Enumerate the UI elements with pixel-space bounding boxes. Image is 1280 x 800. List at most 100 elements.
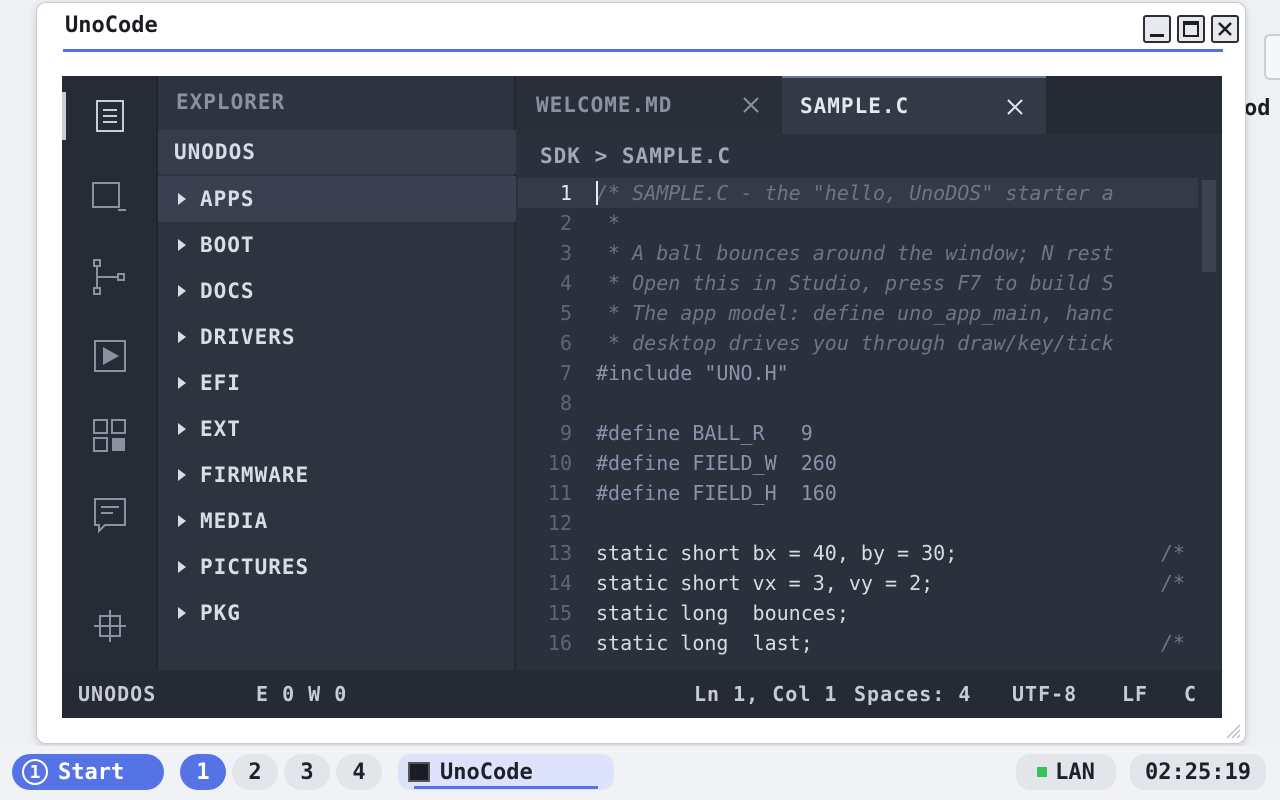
code-line[interactable]: 11 #define FIELD_H 160 <box>518 478 1198 508</box>
taskbar-app-unocode[interactable]: UnoCode <box>398 754 614 790</box>
resize-grip-icon[interactable] <box>1223 721 1241 739</box>
code-line[interactable]: 14 static short vx = 3, vy = 2; /* <box>518 568 1198 598</box>
explorer-sidebar: EXPLORER UNODOS APPS BOOT DOCS DRIVERS E… <box>158 76 516 670</box>
activity-source-control[interactable] <box>62 248 158 308</box>
code-text: #define FIELD_W 260 <box>596 451 837 475</box>
title-underline <box>63 49 1223 52</box>
maximize-button[interactable] <box>1177 15 1205 43</box>
tree-item-label: PKG <box>200 601 241 625</box>
line-number: 9 <box>559 421 572 445</box>
code-line[interactable]: 8 <box>518 388 1198 418</box>
code-editor[interactable]: 1 /* SAMPLE.C - the "hello, UnoDOS" start… <box>518 178 1198 670</box>
tree-item-docs[interactable]: DOCS <box>158 268 516 314</box>
desktop-file-icon[interactable] <box>1264 34 1280 80</box>
code-trailing-comment: /* <box>1161 571 1186 595</box>
status-encoding[interactable]: UTF-8 <box>1012 682 1077 706</box>
tree-item-drivers[interactable]: DRIVERS <box>158 314 516 360</box>
code-line[interactable]: 5 * The app model: define uno_app_main, … <box>518 298 1198 328</box>
code-line[interactable]: 10 #define FIELD_W 260 <box>518 448 1198 478</box>
chevron-right-icon <box>178 423 186 435</box>
workspace-3[interactable]: 3 <box>284 754 330 790</box>
tree-item-label: PICTURES <box>200 555 310 579</box>
minimize-button[interactable] <box>1143 15 1171 43</box>
chevron-right-icon <box>178 331 186 343</box>
activity-settings[interactable] <box>62 596 158 656</box>
activity-extensions[interactable] <box>62 406 158 466</box>
code-line[interactable]: 4 * Open this in Studio, press F7 to bui… <box>518 268 1198 298</box>
network-status[interactable]: LAN <box>1016 754 1116 790</box>
tab-sample-c[interactable]: SAMPLE.C <box>782 76 1046 134</box>
breadcrumb-file[interactable]: SAMPLE.C <box>622 144 731 168</box>
code-trailing-comment: /* <box>1161 631 1186 655</box>
chevron-right-icon <box>178 469 186 481</box>
output-icon <box>94 498 126 534</box>
status-project[interactable]: UNODOS <box>78 682 156 706</box>
code-line[interactable]: 2 * <box>518 208 1198 238</box>
sidebar-title: EXPLORER <box>176 90 286 114</box>
tab-welcome-md[interactable]: WELCOME.MD <box>518 76 782 134</box>
tree-item-pkg[interactable]: PKG <box>158 590 516 636</box>
status-problems[interactable]: E 0 W 0 <box>256 682 347 706</box>
tree-item-ext[interactable]: EXT <box>158 406 516 452</box>
workspace-1[interactable]: 1 <box>180 754 226 790</box>
taskbar-app-label: UnoCode <box>440 759 533 785</box>
line-number: 3 <box>559 241 572 265</box>
explorer-icon <box>96 100 124 132</box>
editor-scrollbar-thumb[interactable] <box>1202 180 1216 272</box>
tree-item-boot[interactable]: BOOT <box>158 222 516 268</box>
network-status-icon <box>1037 767 1048 777</box>
tab-close-icon[interactable] <box>742 96 760 114</box>
activity-search[interactable] <box>62 168 158 228</box>
breadcrumb-sdk[interactable]: SDK <box>540 144 581 168</box>
workspace-4[interactable]: 4 <box>336 754 382 790</box>
activity-explorer[interactable] <box>62 86 158 146</box>
activity-output[interactable] <box>62 486 158 546</box>
close-button[interactable] <box>1211 15 1239 43</box>
tree-item-label: EXT <box>200 417 241 441</box>
code-line[interactable]: 13 static short bx = 40, by = 30; /* <box>518 538 1198 568</box>
line-number: 1 <box>559 181 572 205</box>
code-line[interactable]: 15 static long bounces; <box>518 598 1198 628</box>
line-number: 8 <box>559 391 572 415</box>
workspace-2[interactable]: 2 <box>232 754 278 790</box>
explorer-root-folder[interactable]: UNODOS <box>158 130 516 174</box>
code-line[interactable]: 16 static long last; /* <box>518 628 1198 658</box>
tree-item-media[interactable]: MEDIA <box>158 498 516 544</box>
clock[interactable]: 02:25:19 <box>1130 754 1266 790</box>
tree-item-label: DRIVERS <box>200 325 296 349</box>
file-tree: APPS BOOT DOCS DRIVERS EFI EXT FIRMWARE … <box>158 176 516 636</box>
code-line[interactable]: 1 /* SAMPLE.C - the "hello, UnoDOS" start… <box>518 178 1198 208</box>
start-label: Start <box>58 759 125 785</box>
tab-close-icon[interactable] <box>1006 98 1024 116</box>
window-title: UnoCode <box>65 13 158 38</box>
run-icon <box>94 340 126 372</box>
activity-run[interactable] <box>62 326 158 386</box>
line-number: 15 <box>547 601 572 625</box>
source-control-icon <box>93 259 125 295</box>
status-cursor-position[interactable]: Ln 1, Col 1 <box>694 682 837 706</box>
tree-item-firmware[interactable]: FIRMWARE <box>158 452 516 498</box>
tree-item-label: FIRMWARE <box>200 463 310 487</box>
code-line[interactable]: 9 #define BALL_R 9 <box>518 418 1198 448</box>
desktop-icon-label[interactable]: od <box>1244 96 1271 121</box>
line-number: 11 <box>547 481 572 505</box>
tree-item-pictures[interactable]: PICTURES <box>158 544 516 590</box>
editor-tabs: WELCOME.MD SAMPLE.C <box>518 76 1222 134</box>
tree-item-apps[interactable]: APPS <box>158 176 516 222</box>
activity-bar <box>62 76 158 670</box>
code-text: * The app model: define uno_app_main, ha… <box>596 301 1114 325</box>
taskbar: 1 Start 1 2 3 4 UnoCode LAN 02:25:19 <box>0 746 1280 800</box>
code-text: static long last; <box>596 631 813 655</box>
code-line[interactable]: 3 * A ball bounces around the window; N … <box>518 238 1198 268</box>
tab-label: SAMPLE.C <box>800 94 910 118</box>
tree-item-efi[interactable]: EFI <box>158 360 516 406</box>
code-line[interactable]: 12 <box>518 508 1198 538</box>
code-line[interactable]: 7 #include "UNO.H" <box>518 358 1198 388</box>
code-line[interactable]: 6 * desktop drives you through draw/key/… <box>518 328 1198 358</box>
breadcrumb-separator: > <box>594 144 609 168</box>
status-indentation[interactable]: Spaces: 4 <box>854 682 971 706</box>
start-button[interactable]: 1 Start <box>12 754 164 790</box>
network-label: LAN <box>1055 759 1095 785</box>
status-line-ending[interactable]: LF <box>1122 682 1148 706</box>
status-language[interactable]: C <box>1184 682 1197 706</box>
